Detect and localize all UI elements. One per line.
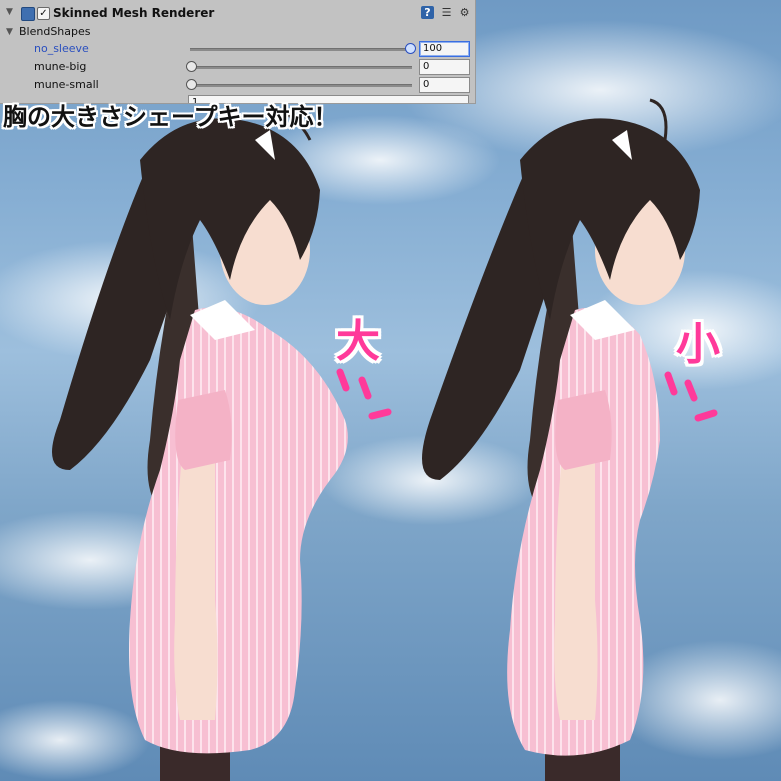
slider-thumb[interactable]	[405, 43, 416, 54]
foldout-arrow-icon[interactable]: ▼	[6, 7, 13, 17]
blendshape-label: no_sleeve	[34, 42, 89, 55]
blendshape-slider[interactable]	[190, 48, 412, 51]
component-title: Skinned Mesh Renderer	[53, 6, 215, 20]
blendshape-row-no-sleeve: no_sleeve 100	[0, 41, 475, 59]
inspector-panel: ▼ ✓ Skinned Mesh Renderer ? ☰ ⚙ ▼ BlendS…	[0, 0, 476, 104]
blendshape-slider[interactable]	[190, 84, 412, 87]
slider-thumb[interactable]	[186, 79, 197, 90]
emphasis-marks-big	[336, 368, 392, 420]
component-header[interactable]: ▼ ✓ Skinned Mesh Renderer ? ☰ ⚙	[0, 4, 475, 22]
blendshapes-label[interactable]: BlendShapes	[19, 25, 91, 38]
label-big: 大	[336, 316, 380, 367]
blendshape-value-field[interactable]: 0	[419, 59, 470, 75]
slider-thumb[interactable]	[186, 61, 197, 72]
blendshapes-foldout-icon[interactable]: ▼	[6, 27, 13, 37]
blendshape-slider[interactable]	[190, 66, 412, 69]
help-icon[interactable]: ?	[421, 6, 434, 19]
blendshape-label: mune-small	[34, 78, 99, 91]
blendshape-label: mune-big	[34, 60, 87, 73]
character-left	[52, 108, 348, 781]
blendshape-row-mune-big: mune-big 0	[0, 59, 475, 77]
blendshape-value-field[interactable]: 0	[419, 77, 470, 93]
label-small: 小	[676, 319, 720, 370]
skinned-mesh-icon	[21, 7, 35, 21]
gear-icon[interactable]: ⚙	[458, 6, 471, 19]
enabled-checkbox[interactable]: ✓	[37, 7, 50, 20]
caption-text: 胸の大きさシェープキー対応！	[3, 103, 338, 131]
blendshape-row-mune-small: mune-small 0	[0, 77, 475, 95]
preset-icon[interactable]: ☰	[440, 6, 453, 19]
blendshape-value-field[interactable]: 100	[419, 41, 470, 57]
